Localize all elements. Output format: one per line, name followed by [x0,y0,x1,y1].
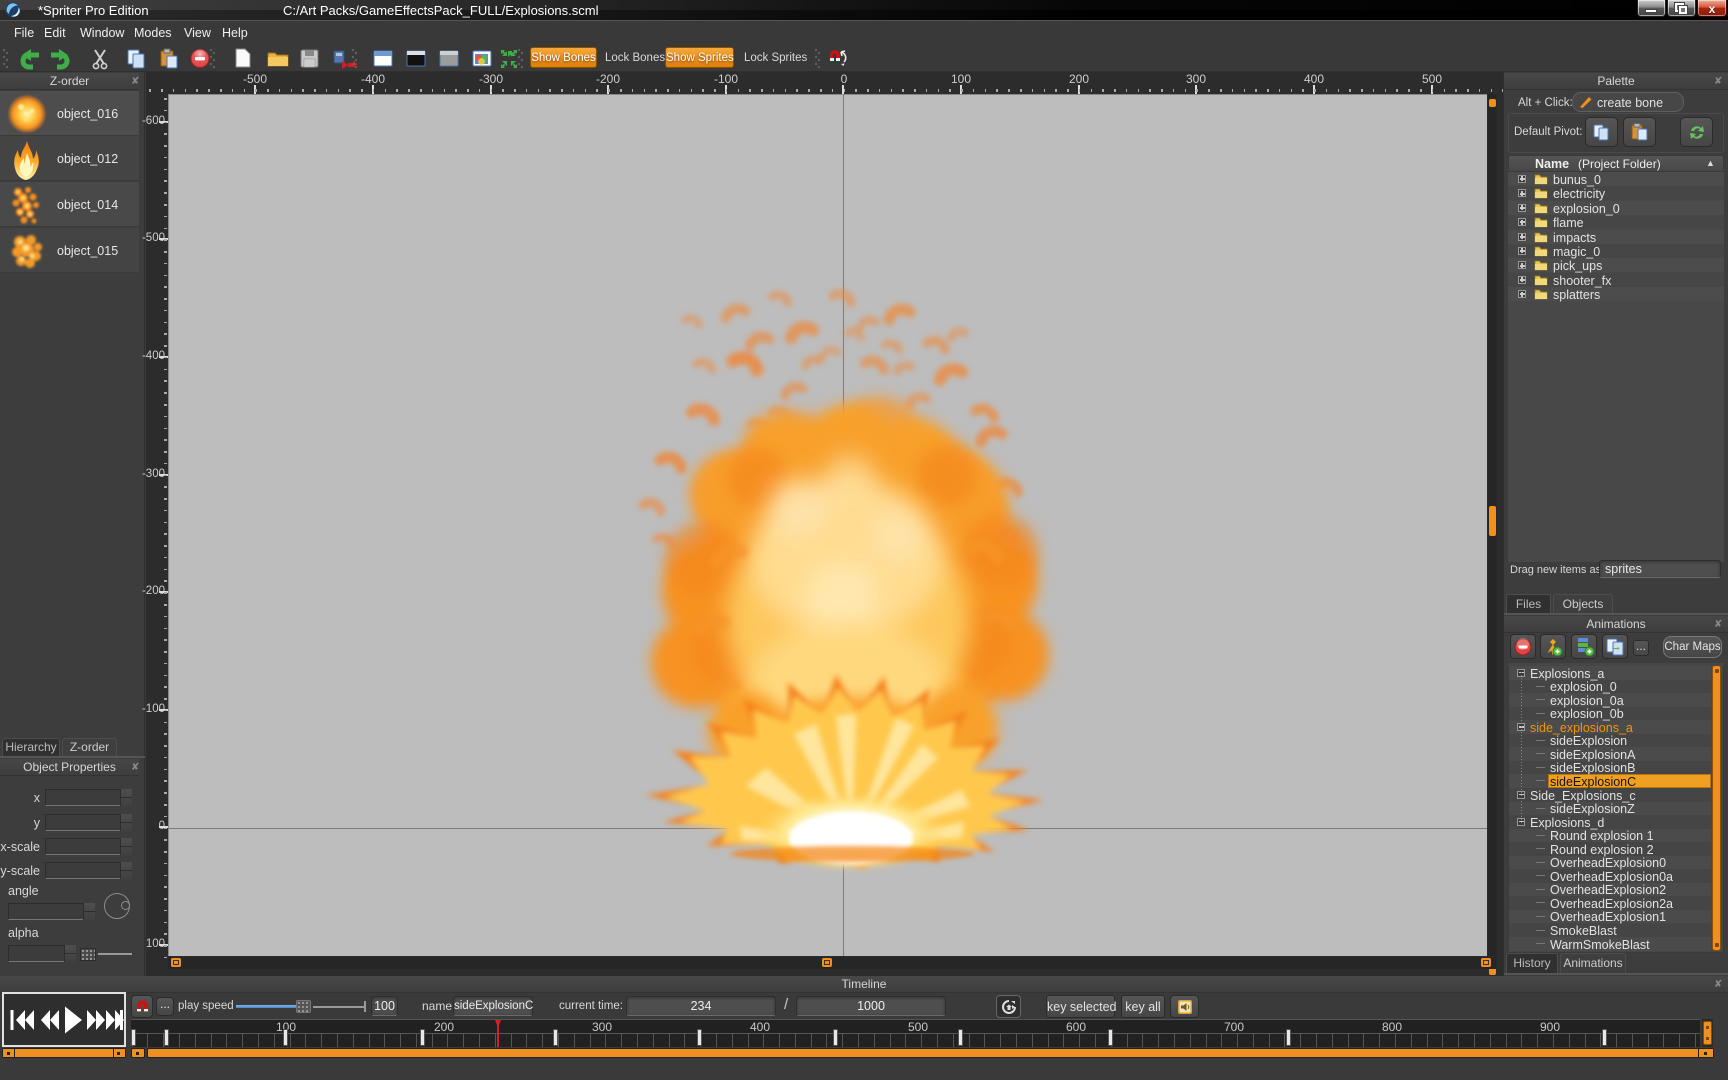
svg-text:+: + [351,59,357,71]
